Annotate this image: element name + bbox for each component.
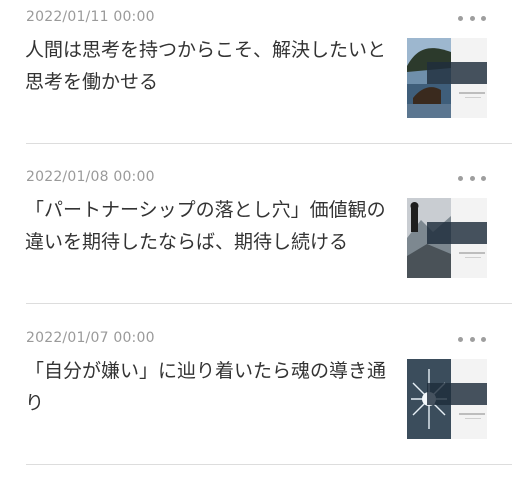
thumbnail-signature-line [465, 97, 481, 98]
divider [26, 303, 512, 304]
more-options-icon[interactable] [455, 9, 489, 27]
divider [26, 143, 512, 144]
post-title[interactable]: 「自分が嫌い」に辿り着いたら魂の導き通り [25, 355, 395, 419]
thumbnail-caption-panel [427, 222, 487, 244]
thumbnail-signature [459, 252, 485, 254]
post-date: 2022/01/11 00:00 [26, 9, 155, 25]
frost-image-icon[interactable] [407, 359, 487, 439]
list-item[interactable]: 2022/01/07 00:00 「自分が嫌い」に辿り着いたら魂の導き通り [0, 321, 512, 481]
divider [26, 464, 512, 465]
mountain-person-image-icon[interactable] [407, 198, 487, 278]
landscape-image-icon[interactable] [407, 38, 487, 118]
more-options-icon[interactable] [455, 330, 489, 348]
post-date: 2022/01/07 00:00 [26, 330, 155, 346]
list-item[interactable]: 2022/01/08 00:00 「パートナーシップの落とし穴」価値観の違いを期… [0, 160, 512, 320]
post-title[interactable]: 人間は思考を持つからこそ、解決したいと思考を働かせる [25, 34, 395, 98]
post-list: 2022/01/11 00:00 人間は思考を持つからこそ、解決したいと思考を働… [0, 0, 512, 466]
more-options-icon[interactable] [455, 169, 489, 187]
thumbnail-signature [459, 413, 485, 415]
post-title[interactable]: 「パートナーシップの落とし穴」価値観の違いを期待したならば、期待し続ける [25, 194, 395, 258]
list-item[interactable]: 2022/01/11 00:00 人間は思考を持つからこそ、解決したいと思考を働… [0, 0, 512, 160]
thumbnail-caption-panel [427, 62, 487, 84]
thumbnail-caption-panel [427, 383, 487, 405]
post-date: 2022/01/08 00:00 [26, 169, 155, 185]
thumbnail-signature-line [465, 257, 481, 258]
thumbnail-signature-line [465, 418, 481, 419]
thumbnail-signature [459, 92, 485, 94]
